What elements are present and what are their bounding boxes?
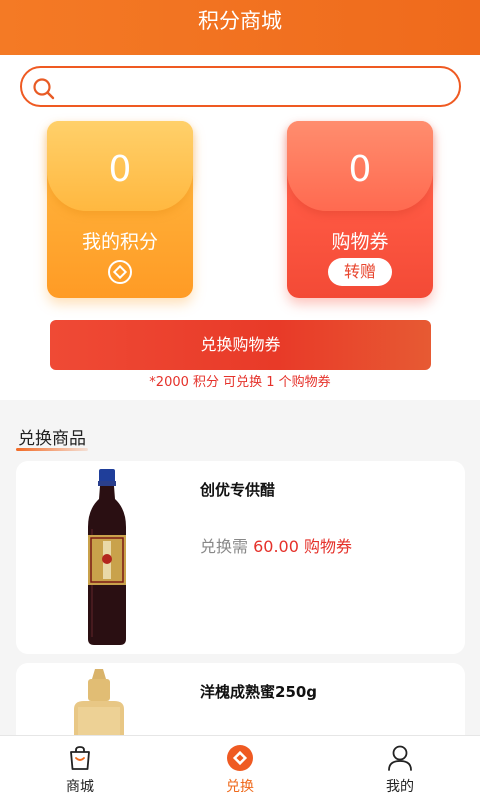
points-label: 我的积分 [81, 231, 158, 253]
my-points-card[interactable]: 0 我的积分 [47, 121, 193, 298]
exchange-coupon-button[interactable]: 兑换购物券 [50, 320, 431, 370]
user-icon [388, 745, 412, 771]
product-name: 洋槐成熟蜜250g [200, 683, 318, 701]
account-panel: 0 我的积分 0 购物券 转赠 兑换购物券 *2000 积分 可兑换 1 个购物… [0, 55, 480, 400]
product-price: 兑换需 60.00 购物券 [200, 533, 352, 557]
coupon-card[interactable]: 0 购物券 转赠 [287, 121, 433, 298]
tab-label: 兑换 [226, 779, 254, 795]
honey-bottle-image [74, 669, 124, 735]
tab-label: 商城 [66, 779, 94, 795]
exchange-icon [227, 745, 253, 771]
coin-icon [108, 260, 132, 284]
points-value: 0 [108, 149, 132, 190]
shopping-bag-icon [70, 746, 90, 770]
transfer-gift-button[interactable]: 转赠 [328, 258, 392, 286]
coupon-value: 0 [348, 149, 372, 190]
app-header: 积分商城 [0, 0, 480, 55]
vinegar-bottle-image [88, 469, 126, 645]
exchange-rate-note: *2000 积分 可兑换 1 个购物券 [149, 375, 331, 390]
bottom-tab-bar: 商城 兑换 我的 [0, 735, 480, 800]
search-input[interactable] [20, 66, 461, 107]
tab-label: 我的 [386, 779, 414, 795]
price-prefix: 兑换需 [200, 537, 249, 556]
tab-mall[interactable]: 商城 [0, 736, 160, 800]
tab-profile[interactable]: 我的 [320, 736, 480, 800]
search-icon [33, 78, 55, 100]
section-underline [16, 448, 88, 451]
product-name: 创优专供醋 [200, 481, 276, 499]
price-value: 60.00 购物券 [253, 537, 353, 556]
page-title: 积分商城 [198, 9, 282, 33]
section-title: 兑换商品 [18, 429, 86, 449]
tab-exchange[interactable]: 兑换 [160, 736, 320, 800]
coupon-label: 购物券 [331, 231, 389, 253]
product-card[interactable]: 创优专供醋 兑换需 60.00 购物券 [16, 461, 465, 654]
